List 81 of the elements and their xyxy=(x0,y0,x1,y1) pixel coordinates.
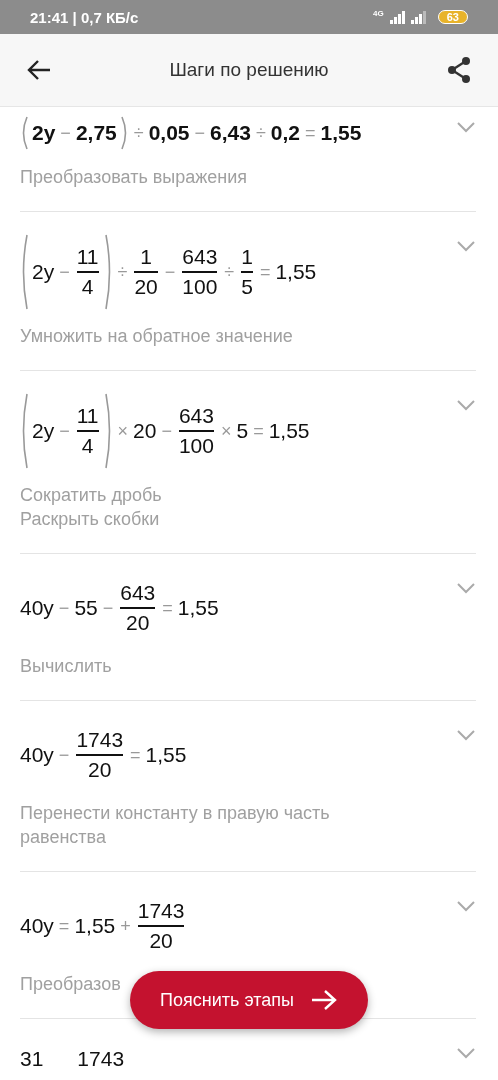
math-operator: = xyxy=(258,261,272,283)
step-description: Преобразовать выражения xyxy=(20,166,249,189)
arrow-right-icon xyxy=(309,989,338,1011)
math-operator: − xyxy=(57,744,71,766)
math-operator: × xyxy=(116,420,130,442)
step-description: Сократить дробь xyxy=(20,484,163,507)
fraction-denominator: 5 xyxy=(241,275,253,299)
math-term: 1,55 xyxy=(320,121,362,145)
network-type: 4G xyxy=(373,9,384,18)
math-operator: − xyxy=(163,261,177,283)
math-term: 5 xyxy=(236,419,249,443)
fraction-numerator: 11 xyxy=(76,404,99,428)
math-operator: ÷ xyxy=(132,122,145,144)
fraction-denominator: 20 xyxy=(126,611,150,635)
math-operator: = xyxy=(129,744,142,766)
fraction-denominator: 20 xyxy=(149,929,173,953)
math-term: 6,43 xyxy=(210,121,251,145)
fraction-numerator: 31 xyxy=(20,1047,44,1071)
math-operator: × xyxy=(219,420,233,442)
right-parenthesis-icon xyxy=(104,234,113,310)
step-description: Раскрыть скобки xyxy=(20,508,161,531)
math-operator: − xyxy=(101,597,115,619)
fraction-numerator: 1743 xyxy=(137,899,185,923)
math-operator: − xyxy=(160,420,173,442)
fraction-denominator: 20 xyxy=(134,275,158,299)
step-description: Преобразов xyxy=(20,973,122,996)
math-term: 20 xyxy=(133,419,157,443)
math-term: 1,55 xyxy=(74,914,116,938)
step-description: Перенести константу в правую часть равенства xyxy=(20,802,331,849)
fraction-denominator: 20 xyxy=(88,758,112,782)
math-operator: − xyxy=(58,420,71,442)
fraction-denominator: 4 xyxy=(81,434,94,458)
math-operator: = xyxy=(161,597,174,619)
fraction-numerator: 1743 xyxy=(77,1047,125,1071)
fraction-numerator: 1743 xyxy=(76,728,124,752)
screen-title: Шаги по решению xyxy=(168,59,330,81)
math-term: 55 xyxy=(74,596,98,620)
math-operator: − xyxy=(58,261,71,283)
fraction-numerator: 11 xyxy=(76,245,99,269)
signal-icon xyxy=(389,10,426,24)
math-operator: − xyxy=(193,122,207,144)
right-parenthesis-icon xyxy=(104,393,113,469)
fraction-numerator: 1 xyxy=(140,245,152,269)
battery-level: 63 xyxy=(437,10,468,24)
math-operator: + xyxy=(119,915,132,937)
math-term: 1,55 xyxy=(145,743,187,767)
math-term: 0,05 xyxy=(148,121,190,145)
fraction-denominator: 100 xyxy=(178,434,214,458)
math-term: 0,2 xyxy=(270,121,300,145)
fraction-numerator: 643 xyxy=(178,404,214,428)
left-parenthesis-icon xyxy=(20,234,28,310)
fraction-denominator: 4 xyxy=(81,275,94,299)
step-description: Умножить на обратное значение xyxy=(20,325,294,348)
math-term: 40y xyxy=(20,743,54,767)
left-parenthesis-icon xyxy=(20,393,28,469)
math-operator: = xyxy=(252,420,265,442)
math-term: 2,75 xyxy=(75,121,117,145)
explain-steps-button[interactable]: Пояснить этапы xyxy=(130,971,368,1029)
math-term: 40y xyxy=(20,914,54,938)
math-term: 2y xyxy=(32,260,55,284)
math-operator: − xyxy=(59,122,72,144)
fraction-numerator: 643 xyxy=(182,245,218,269)
math-term: 1,55 xyxy=(177,596,219,620)
math-term: 2y xyxy=(32,121,56,145)
math-operator: = xyxy=(304,122,317,144)
math-operator: ÷ xyxy=(223,261,236,283)
math-operator: = xyxy=(57,915,71,937)
right-parenthesis-icon xyxy=(120,116,129,150)
math-operator: ÷ xyxy=(116,261,129,283)
math-operator: ÷ xyxy=(254,122,267,144)
fraction-numerator: 1 xyxy=(241,245,253,269)
math-term: 2y xyxy=(32,419,55,443)
status-time: 21:41 | 0,7 КБ/с xyxy=(30,8,140,26)
math-term: 1,55 xyxy=(275,260,317,284)
fraction-numerator: 643 xyxy=(120,581,156,605)
fraction-denominator: 100 xyxy=(182,275,218,299)
left-parenthesis-icon xyxy=(20,116,28,150)
math-term: 1,55 xyxy=(268,419,310,443)
step-description: Вычислить xyxy=(20,655,113,678)
math-term: 40y xyxy=(20,596,54,620)
math-operator: − xyxy=(57,597,71,619)
